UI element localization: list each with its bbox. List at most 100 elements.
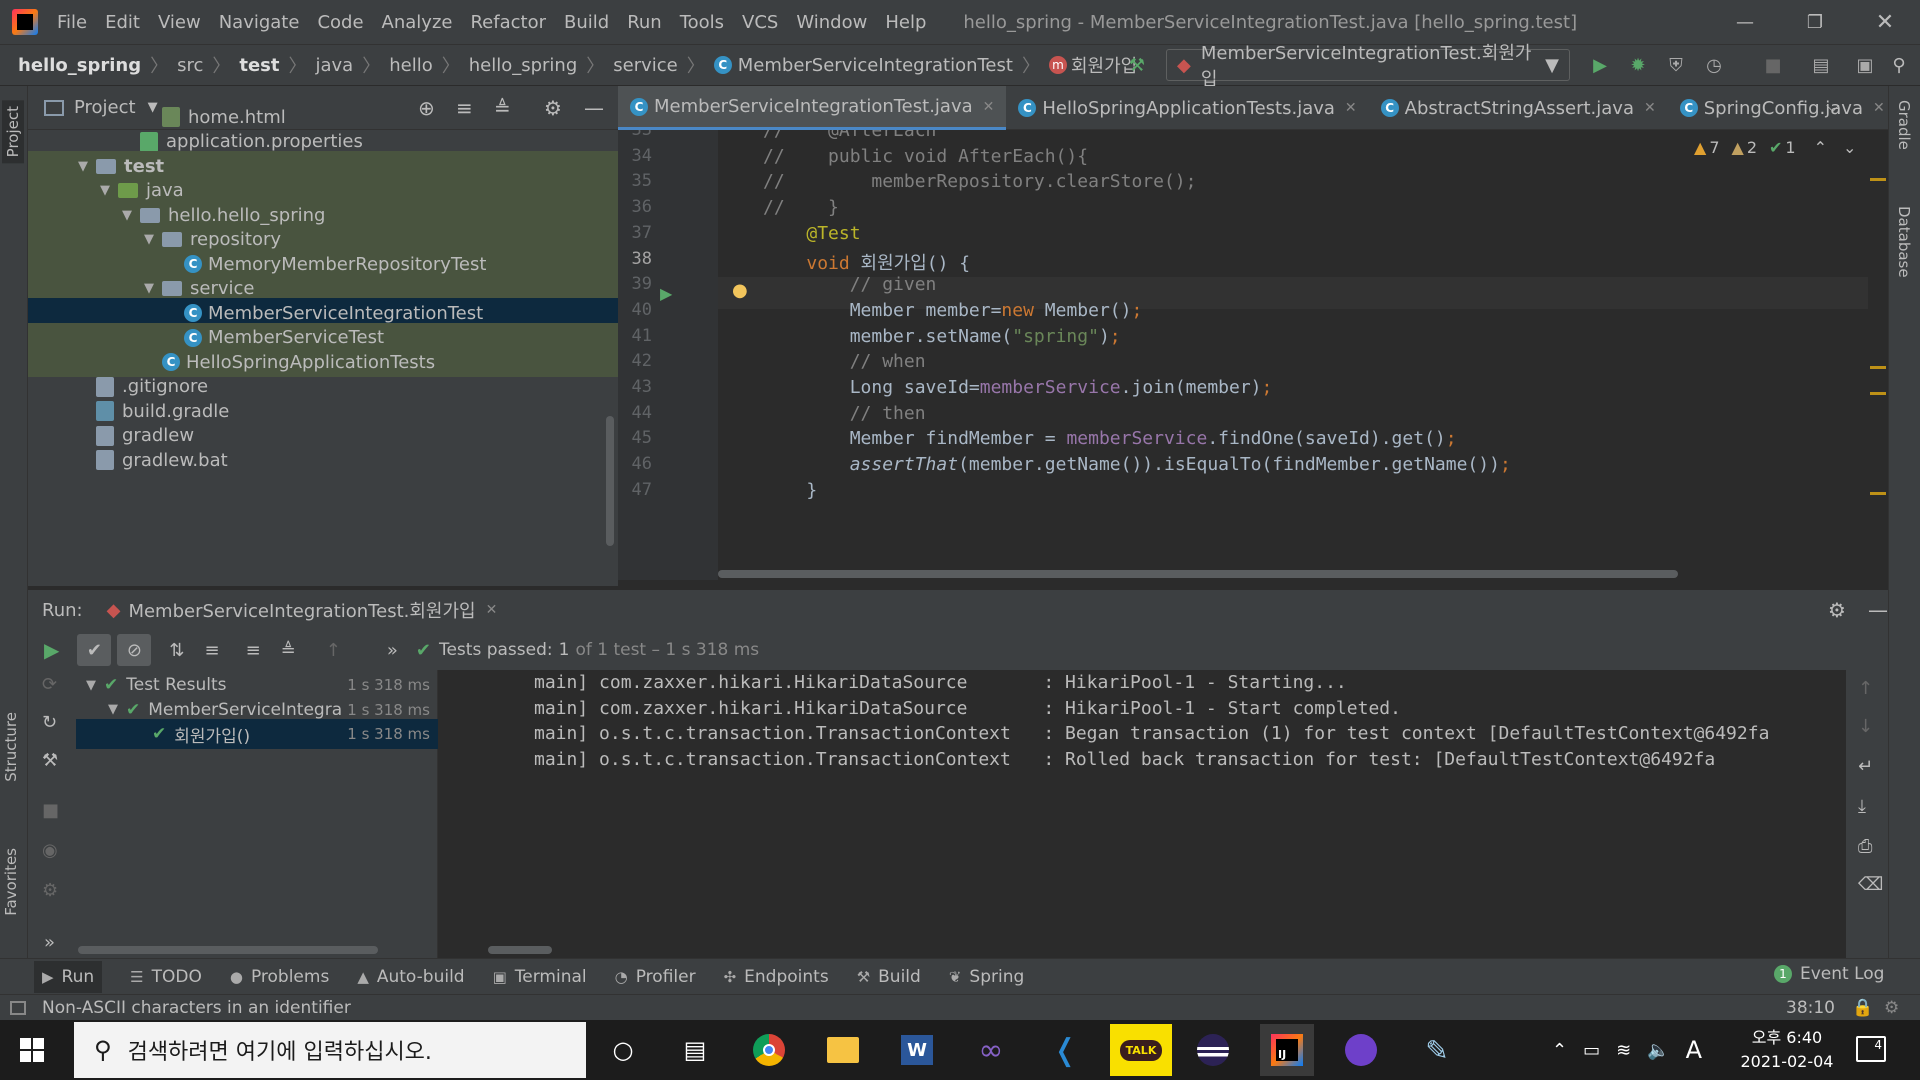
tool-tab-auto-build[interactable]: ▲ Auto-build: [357, 967, 464, 987]
sort-duration-icon[interactable]: ≡: [204, 640, 219, 661]
run-config-selector[interactable]: ◆ MemberServiceIntegrationTest.회원가입 ▼: [1166, 43, 1570, 90]
rerun-failed-icon[interactable]: ⟳: [42, 674, 57, 695]
breadcrumb-item[interactable]: java: [316, 55, 354, 76]
code-editor[interactable]: 33 34 35 36 37 38 39 40 41 42 43 44 45 46 47 // @After…: [618, 130, 1888, 580]
show-ignored-icon[interactable]: ⊘: [117, 634, 152, 666]
task-view-icon[interactable]: ▤: [668, 1024, 722, 1076]
more-icon[interactable]: »: [44, 932, 55, 953]
console-line[interactable]: main] com.zaxxer.hikari.HikariDataSource…: [534, 672, 1347, 693]
intellij-logo-icon[interactable]: [12, 9, 38, 35]
search-icon[interactable]: ⚲: [1886, 52, 1912, 78]
settings-icon[interactable]: ⚙: [42, 880, 58, 901]
chevron-down-icon[interactable]: ▼: [144, 232, 162, 247]
menu-item-file[interactable]: File: [48, 12, 96, 33]
minimize-button[interactable]: —: [1710, 0, 1780, 44]
breadcrumb-item[interactable]: service: [613, 55, 677, 76]
close-tab-icon[interactable]: ✕: [1644, 100, 1656, 116]
expand-all-icon[interactable]: ≡: [246, 640, 261, 661]
down-arrow-icon[interactable]: ↓: [1858, 716, 1873, 737]
trash-icon[interactable]: ⌫: [1858, 874, 1883, 895]
editor-tab[interactable]: C HelloSpringApplicationTests.java ✕: [1006, 86, 1368, 130]
editor-tab[interactable]: C MemberServiceIntegrationTest.java ✕: [618, 86, 1007, 130]
lightbulb-icon[interactable]: ●: [732, 280, 748, 301]
tool-tab-spring[interactable]: ❦ Spring: [949, 967, 1024, 987]
run-icon[interactable]: ▶: [1587, 52, 1613, 78]
menu-item-vcs[interactable]: VCS: [733, 12, 787, 33]
soft-wrap-icon[interactable]: ↵: [1858, 756, 1873, 777]
favorites-tool-tab[interactable]: Favorites: [2, 848, 20, 916]
camera-icon[interactable]: ◉: [42, 840, 58, 861]
project-scrollbar[interactable]: [606, 416, 614, 546]
breadcrumb-item[interactable]: MemberServiceIntegrationTest: [738, 55, 1013, 76]
menu-item-navigate[interactable]: Navigate: [210, 12, 309, 33]
breadcrumb-item[interactable]: test: [239, 55, 279, 76]
wifi-icon[interactable]: ≋: [1616, 1040, 1631, 1061]
file-explorer-icon[interactable]: [816, 1024, 870, 1076]
coverage-icon[interactable]: ⛨: [1663, 52, 1689, 78]
show-passed-icon[interactable]: ✔: [77, 634, 112, 666]
caret-position[interactable]: 38:10: [1786, 998, 1835, 1018]
console-output[interactable]: main] com.zaxxer.hikari.HikariDataSource…: [438, 670, 1846, 958]
test-result-row[interactable]: ✔ 회원가입() 1 s 318 ms: [76, 719, 438, 749]
code-line[interactable]: @Test: [763, 223, 860, 244]
test-tree-scrollbar[interactable]: [78, 946, 378, 954]
windows-start-icon[interactable]: [20, 1038, 44, 1062]
sort-alpha-icon[interactable]: ⇅: [169, 640, 184, 661]
notification-center-icon[interactable]: 4: [1856, 1036, 1886, 1062]
structure-tool-tab[interactable]: Structure: [2, 712, 20, 782]
taskbar-search-box[interactable]: ⚲ 검색하려면 여기에 입력하십시오.: [74, 1022, 586, 1078]
database-tool-tab[interactable]: Database: [1895, 206, 1913, 278]
eclipse-icon[interactable]: [1186, 1024, 1240, 1076]
word-icon[interactable]: W: [890, 1024, 944, 1076]
project-structure-icon[interactable]: ▤: [1808, 52, 1834, 78]
tool-tab-run[interactable]: ▶ Run: [34, 960, 103, 993]
previous-highlight-icon[interactable]: ⌃: [1814, 138, 1827, 157]
breadcrumb-item[interactable]: hello: [389, 55, 433, 76]
kakaotalk-icon[interactable]: TALK: [1110, 1024, 1172, 1076]
menu-item-analyze[interactable]: Analyze: [373, 12, 462, 33]
code-line[interactable]: member.setName("spring");: [763, 326, 1121, 347]
code-line[interactable]: // then: [763, 403, 926, 424]
toggle-tool-windows-icon[interactable]: [10, 1000, 26, 1015]
menu-item-edit[interactable]: Edit: [96, 12, 149, 33]
menu-item-run[interactable]: Run: [618, 12, 671, 33]
close-tab-icon[interactable]: ✕: [1345, 100, 1357, 116]
code-line[interactable]: Member findMember = memberService.findOn…: [763, 428, 1457, 449]
debug-icon[interactable]: ✹: [1625, 52, 1651, 78]
close-tab-icon[interactable]: ✕: [983, 99, 995, 115]
inspector-icon[interactable]: ⚙: [1884, 998, 1899, 1018]
volume-icon[interactable]: 🔈: [1647, 1040, 1669, 1061]
previous-test-icon[interactable]: ↑: [326, 640, 341, 661]
close-tab-icon[interactable]: ✕: [486, 602, 498, 618]
code-line[interactable]: // when: [763, 351, 926, 372]
menu-item-help[interactable]: Help: [876, 12, 935, 33]
editor-tab[interactable]: C SpringConfig.java ✕: [1668, 86, 1897, 130]
hide-icon[interactable]: —: [1868, 598, 1888, 622]
print-icon[interactable]: ⎙: [1858, 836, 1872, 857]
tool-tab-todo[interactable]: ☰ TODO: [130, 967, 202, 987]
gradle-tool-tab[interactable]: Gradle: [1895, 100, 1913, 150]
code-line[interactable]: // @AfterEach: [763, 130, 936, 141]
chevron-down-icon[interactable]: ▼: [78, 159, 96, 174]
chevron-down-icon[interactable]: ▼: [122, 208, 140, 223]
chevron-down-icon[interactable]: ▼: [108, 702, 126, 717]
chevron-down-icon[interactable]: ▼: [144, 281, 162, 296]
wrench-icon[interactable]: ⚒: [42, 750, 58, 771]
taskbar-clock[interactable]: 오후 6:40 2021-02-04: [1732, 1026, 1842, 1074]
console-line[interactable]: main] o.s.t.c.transaction.TransactionCon…: [534, 749, 1715, 770]
rerun-icon[interactable]: ▶: [44, 638, 59, 662]
tool-tab-terminal[interactable]: ▣ Terminal: [493, 967, 587, 987]
console-scrollbar[interactable]: [488, 946, 552, 954]
collapse-all-icon[interactable]: ≜: [281, 640, 296, 661]
menu-item-refactor[interactable]: Refactor: [461, 12, 555, 33]
code-line[interactable]: // memberRepository.clearStore();: [763, 171, 1196, 192]
vscode-icon[interactable]: ❬: [1038, 1024, 1092, 1076]
chrome-icon[interactable]: [742, 1024, 796, 1076]
code-line[interactable]: // given: [763, 274, 937, 295]
up-arrow-icon[interactable]: ↑: [1858, 678, 1873, 699]
build-hammer-icon[interactable]: ⚒: [1124, 52, 1150, 78]
menu-item-tools[interactable]: Tools: [671, 12, 733, 33]
ime-indicator[interactable]: A: [1686, 1036, 1702, 1064]
stop-icon[interactable]: ■: [42, 800, 59, 821]
event-log-button[interactable]: 1 Event Log: [1774, 964, 1884, 984]
